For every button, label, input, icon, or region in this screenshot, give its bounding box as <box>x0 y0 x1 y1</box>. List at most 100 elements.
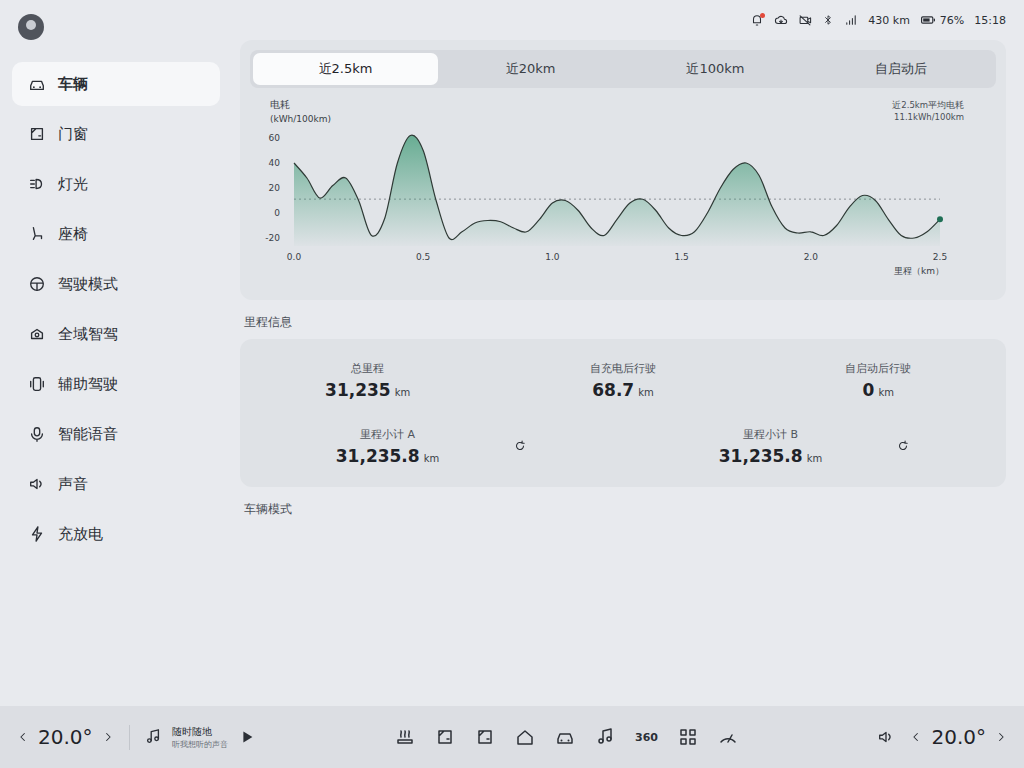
sidebar-label: 声音 <box>58 475 88 494</box>
music-icon[interactable] <box>595 727 615 747</box>
battery-icon <box>920 12 936 28</box>
range-tabs: 近2.5km近20km近100km 自启动后 <box>250 50 996 88</box>
mileage-card: 自充电后行驶68.7km <box>495 347 750 413</box>
tab-label: 自启动后 <box>875 61 927 76</box>
notification[interactable] <box>750 13 764 27</box>
energy-chart: 电耗(kWh/100km)近2.5km平均电耗11.1kWh/100km6040… <box>250 94 972 290</box>
y-tick: 40 <box>269 158 281 168</box>
mileage-value: 0km <box>863 380 894 400</box>
content: 430 km 76% 15:18 近2.5km近20km近100km 自启动后电耗 (kW… <box>232 0 1024 706</box>
signal-icon <box>844 13 858 27</box>
charging-icon <box>28 525 46 543</box>
range-tab[interactable]: 近2.5km <box>253 53 438 85</box>
x-tick: 0.5 <box>416 252 430 262</box>
autopilot-icon <box>28 325 46 343</box>
mileage-card: 里程小计 B31,235.8km <box>623 413 1006 479</box>
apps-icon[interactable] <box>678 727 698 747</box>
avatar-icon[interactable] <box>18 14 44 40</box>
mileage-value: 68.7 km <box>592 380 654 400</box>
battery-text: 76% <box>940 14 964 27</box>
mileage-label: 总里程 <box>351 361 384 376</box>
sidebar-item[interactable]: 智能语音 <box>12 412 220 456</box>
mileage-number: 68.7 <box>592 380 634 400</box>
temperature[interactable]: 20.0° <box>38 725 93 749</box>
series-line <box>294 135 940 240</box>
sidebar-item[interactable]: 声音 <box>12 462 220 506</box>
sidebar-item[interactable]: 门窗 <box>12 112 220 156</box>
sidebar-item[interactable]: 辅助驾驶 <box>12 362 220 406</box>
chevron-right-icon[interactable] <box>994 730 1008 744</box>
mileage-unit: km <box>807 453 823 464</box>
bluetooth-icon <box>822 14 834 26</box>
range-tab[interactable]: 自启动后 <box>808 53 993 85</box>
average-note: 近2.5km平均电耗 <box>892 100 964 110</box>
mileage-card: 自启动后行驶0km <box>751 347 1006 413</box>
range-tab[interactable]: 近20km <box>438 53 623 85</box>
media-subtitle: 听我想听的声音 <box>172 739 228 750</box>
camera-360-button[interactable]: 360 <box>635 731 658 744</box>
mileage-card: 里程小计 A 31,235.8 km <box>240 413 623 479</box>
section-title: 里程信息 <box>240 308 1006 331</box>
media-player[interactable]: 随时随地听我想听的声音 <box>129 725 256 750</box>
mileage-number: 31,235 <box>325 380 391 400</box>
mileage-value: 31,235 km <box>325 380 410 400</box>
chevron-left-icon[interactable] <box>909 730 923 744</box>
car-icon[interactable] <box>555 727 575 747</box>
chevron-left-icon[interactable] <box>16 730 30 744</box>
mileage-label: 里程小计 A <box>360 427 415 442</box>
sidebar-item[interactable]: 充放电 <box>12 512 220 556</box>
notification-dot <box>760 13 765 18</box>
sidebar-label: 驾驶模式 <box>58 275 118 294</box>
seat-icon <box>28 225 46 243</box>
temperature[interactable]: 20.0° <box>931 725 986 749</box>
media-title: 随时随地 <box>172 725 228 739</box>
reset-icon[interactable] <box>896 439 910 453</box>
sidebar-item[interactable]: 座椅 <box>12 212 220 256</box>
y-tick: 20 <box>269 183 281 193</box>
current-point <box>937 216 943 222</box>
sidebar-item[interactable]: 灯光 <box>12 162 220 206</box>
sidebar: 车辆门窗灯光座椅驾驶模式全域智驾辅助驾驶智能语音声音充放电 <box>0 0 232 706</box>
x-tick: 1.5 <box>674 252 688 262</box>
chevron-right-icon[interactable] <box>101 730 115 744</box>
left-door-icon[interactable] <box>435 727 455 747</box>
status-bar: 430 km 76% 15:18 <box>240 8 1006 32</box>
volume-icon[interactable] <box>877 728 895 746</box>
cloud-download-icon <box>774 13 788 27</box>
mileage-number: 0 <box>863 380 875 400</box>
wiper-icon[interactable] <box>718 727 738 747</box>
sidebar-item[interactable]: 驾驶模式 <box>12 262 220 306</box>
speaker-icon <box>28 475 46 493</box>
mileage-unit: km <box>424 453 440 464</box>
steering-wheel-icon <box>28 275 46 293</box>
average-note: 11.1kWh/100km <box>894 112 964 122</box>
sidebar-label: 座椅 <box>58 225 88 244</box>
mileage-value: 31,235.8 km <box>719 446 822 466</box>
y-tick: 0 <box>274 208 280 218</box>
mileage-number: 31,235.8 <box>336 446 420 466</box>
mileage-number: 31,235.8 <box>719 446 803 466</box>
mileage-value: 31,235.8 km <box>336 446 439 466</box>
dock-icons: 360 <box>270 727 864 747</box>
door-icon <box>28 125 46 143</box>
x-tick: 0.0 <box>287 252 302 262</box>
range-tab[interactable]: 近100km <box>623 53 808 85</box>
sidebar-label: 智能语音 <box>58 425 118 444</box>
clock: 15:18 <box>974 14 1006 27</box>
sidebar-item[interactable]: 全域智驾 <box>12 312 220 356</box>
x-tick: 1.0 <box>545 252 560 262</box>
y-axis-title: 电耗 <box>270 99 290 110</box>
seat-heater-icon[interactable] <box>395 727 415 747</box>
main-area: 车辆门窗灯光座椅驾驶模式全域智驾辅助驾驶智能语音声音充放电 430 km 76% 15… <box>0 0 1024 706</box>
reset-icon[interactable] <box>513 439 527 453</box>
y-axis-unit: (kWh/100km) <box>270 114 331 124</box>
energy-chart-card: 近2.5km近20km近100km 自启动后电耗 (kWh/100km) 近2.5km… <box>240 40 1006 300</box>
mileage-unit: km <box>638 387 654 398</box>
home-icon[interactable] <box>515 727 535 747</box>
range-text: 430 km <box>868 14 910 27</box>
right-door-icon[interactable] <box>475 727 495 747</box>
mileage-unit: km <box>395 387 411 398</box>
play-icon[interactable] <box>238 728 256 746</box>
assist-icon <box>28 375 46 393</box>
sidebar-item[interactable]: 车辆 <box>12 62 220 106</box>
